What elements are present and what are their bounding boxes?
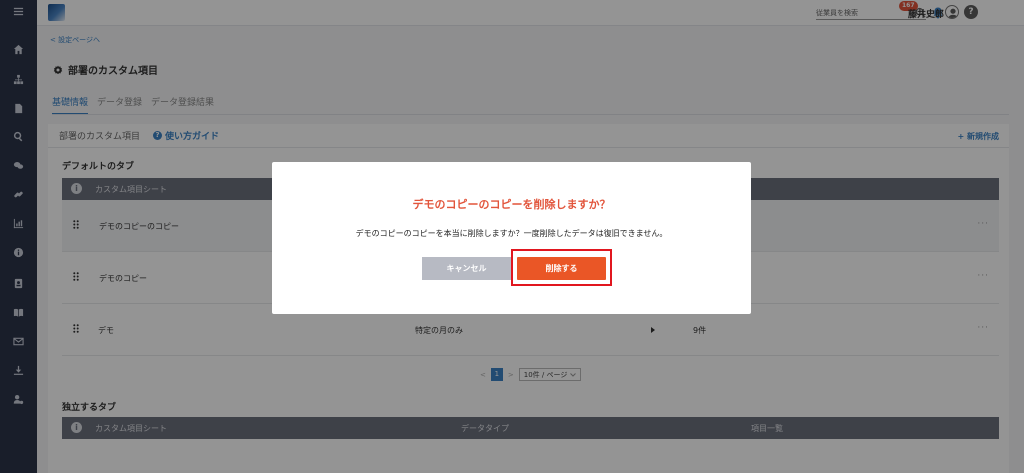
dialog-title: デモのコピーのコピーを削除しますか？ [412, 198, 611, 211]
delete-confirm-dialog: デモのコピーのコピーを削除しますか？ デモのコピーのコピーを本当に削除しますか？… [272, 162, 751, 314]
cancel-button[interactable]: キャンセル [422, 257, 511, 280]
dialog-message: デモのコピーのコピーを本当に削除しますか？一度削除したデータは復旧できません。 [355, 229, 668, 238]
delete-button[interactable]: 削除する [517, 257, 606, 280]
